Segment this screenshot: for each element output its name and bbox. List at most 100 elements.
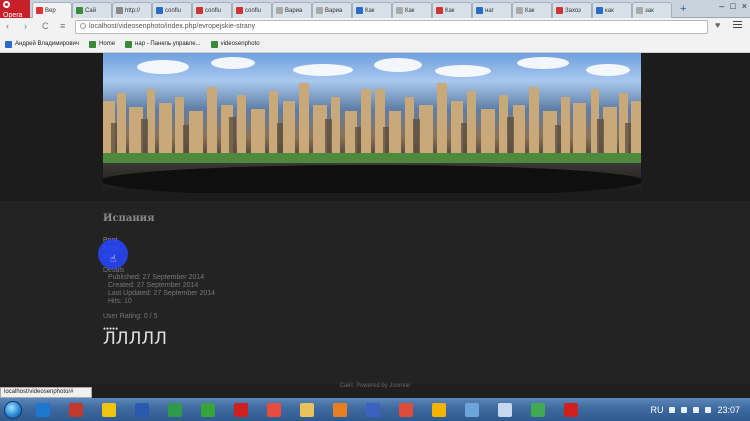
taskbar: RU 23:07 (0, 398, 750, 421)
tab-label: Как (525, 7, 535, 14)
tab-favicon-icon (396, 7, 403, 14)
browser-tab[interactable]: наг (472, 2, 512, 18)
tray-icon-user[interactable] (669, 406, 676, 413)
tab-label: Как (365, 7, 375, 14)
browser-tab[interactable]: Захоз (552, 2, 592, 18)
tab-label: Как (445, 7, 455, 14)
drive-taskbar-button[interactable] (92, 399, 125, 420)
status-url-tooltip: localhost/videosenphoto/# (0, 387, 92, 398)
windows-logo-icon (4, 400, 22, 419)
bookmark-item[interactable]: Андрей Владимирович (5, 40, 80, 48)
globe-icon (80, 23, 86, 29)
tab-label: Вариа (285, 7, 303, 14)
tab-label: Как (405, 7, 415, 14)
browser-tab[interactable]: Вер (32, 2, 72, 18)
browser-tab[interactable]: http:// (112, 2, 152, 18)
bookmark-label: videosenphoto (220, 41, 260, 47)
browser-tab[interactable]: зак (632, 2, 672, 18)
close-button[interactable]: × (742, 1, 747, 11)
browser-tab[interactable]: Как (392, 2, 432, 18)
print-link[interactable]: Print (103, 237, 641, 245)
bookmark-item[interactable]: Home (89, 40, 115, 48)
explorer-taskbar-button[interactable] (26, 399, 59, 420)
article-actions: Print Email Edit (103, 237, 641, 261)
tray-icon-volume[interactable] (705, 406, 712, 413)
clock[interactable]: 23:07 (717, 405, 740, 415)
utorrent-icon (200, 402, 215, 417)
browser-tab[interactable]: conflu (192, 2, 232, 18)
browser-tab[interactable]: conflu (152, 2, 192, 18)
document-taskbar-button[interactable] (488, 399, 521, 420)
media-player-icon (332, 402, 347, 417)
maximize-button[interactable]: □ (730, 1, 735, 11)
browser-tab[interactable]: conflu (232, 2, 272, 18)
tablet-icon (464, 402, 479, 417)
browser-tab[interactable]: Как (512, 2, 552, 18)
tab-label: conflu (205, 7, 222, 14)
tab-label: Вер (45, 7, 56, 14)
tablet-taskbar-button[interactable] (455, 399, 488, 420)
tab-label: conflu (245, 7, 262, 14)
tray-icon-network[interactable] (693, 406, 700, 413)
browser-tab[interactable]: Как (432, 2, 472, 18)
window-controls: – □ × (719, 1, 747, 11)
tab-favicon-icon (476, 7, 483, 14)
browser-tab[interactable]: как (592, 2, 632, 18)
reload-button[interactable]: C (42, 21, 49, 32)
tab-label: наг (485, 7, 494, 14)
tab-favicon-icon (556, 7, 563, 14)
opera-menu-button[interactable]: Opera (0, 0, 30, 19)
paint-taskbar-button[interactable] (257, 399, 290, 420)
bookmark-label: Андрей Владимирович (15, 41, 80, 47)
tab-label: Сай (85, 7, 97, 14)
menu-icon[interactable]: ≡ (60, 21, 65, 32)
opera-taskbar-button-2[interactable] (554, 399, 587, 420)
bookmark-heart-icon[interactable]: ♥ (715, 20, 720, 30)
folder-taskbar-button[interactable] (290, 399, 323, 420)
bookmark-favicon-icon (210, 40, 218, 48)
system-tray: RU 23:07 (600, 398, 750, 421)
tab-favicon-icon (356, 7, 363, 14)
hamburger-menu-icon[interactable] (733, 21, 742, 30)
floppy-taskbar-button[interactable] (356, 399, 389, 420)
edit-link[interactable]: Edit (103, 253, 641, 261)
drive-taskbar-button-2[interactable] (422, 399, 455, 420)
language-indicator[interactable]: RU (650, 405, 663, 415)
minimize-button[interactable]: – (719, 1, 724, 11)
bookmark-item[interactable]: нар - Панель управле... (125, 40, 201, 48)
browser-tab[interactable]: Вариа (312, 2, 352, 18)
back-button[interactable]: ‹ (6, 21, 9, 32)
drive-icon (101, 402, 116, 417)
browser-tab[interactable]: Вариа (272, 2, 312, 18)
tab-favicon-icon (436, 7, 443, 14)
start-button[interactable] (0, 398, 26, 421)
opera-icon-2 (563, 402, 578, 417)
tray-icon-flag[interactable] (681, 406, 688, 413)
bookmarks-bar: Андрей Владимирович Home нар - Панель упра… (0, 36, 750, 53)
word-icon (134, 402, 149, 417)
published-date: Published: 27 September 2014 (108, 274, 205, 281)
bookmark-item[interactable]: videosenphoto (210, 40, 260, 48)
utorrent-taskbar-button[interactable] (191, 399, 224, 420)
opera-taskbar-button[interactable] (224, 399, 257, 420)
drawing-app-taskbar-button[interactable] (59, 399, 92, 420)
browser-tab[interactable]: Как (352, 2, 392, 18)
tab-favicon-icon (76, 7, 83, 14)
green-app-taskbar-button[interactable] (158, 399, 191, 420)
folder-icon (299, 402, 314, 417)
chrome-taskbar-button[interactable] (389, 399, 422, 420)
forward-button[interactable]: › (24, 21, 27, 32)
new-tab-button[interactable]: + (680, 3, 686, 15)
floppy-icon (365, 402, 380, 417)
email-link[interactable]: Email (103, 245, 641, 253)
bookmark-favicon-icon (125, 40, 133, 48)
opera-logo-icon (3, 1, 10, 8)
media-player-taskbar-button[interactable] (323, 399, 356, 420)
article: Испания Print Email Edit Details Publish… (103, 213, 641, 348)
browser-tab[interactable]: Сай (72, 2, 112, 18)
tab-label: зак (645, 7, 654, 14)
created-date: Created: 27 September 2014 (108, 282, 199, 289)
green-app-taskbar-button-2[interactable] (521, 399, 554, 420)
address-bar[interactable]: localhost/videosenphoto/index.php/evrope… (75, 20, 708, 34)
word-taskbar-button[interactable] (125, 399, 158, 420)
